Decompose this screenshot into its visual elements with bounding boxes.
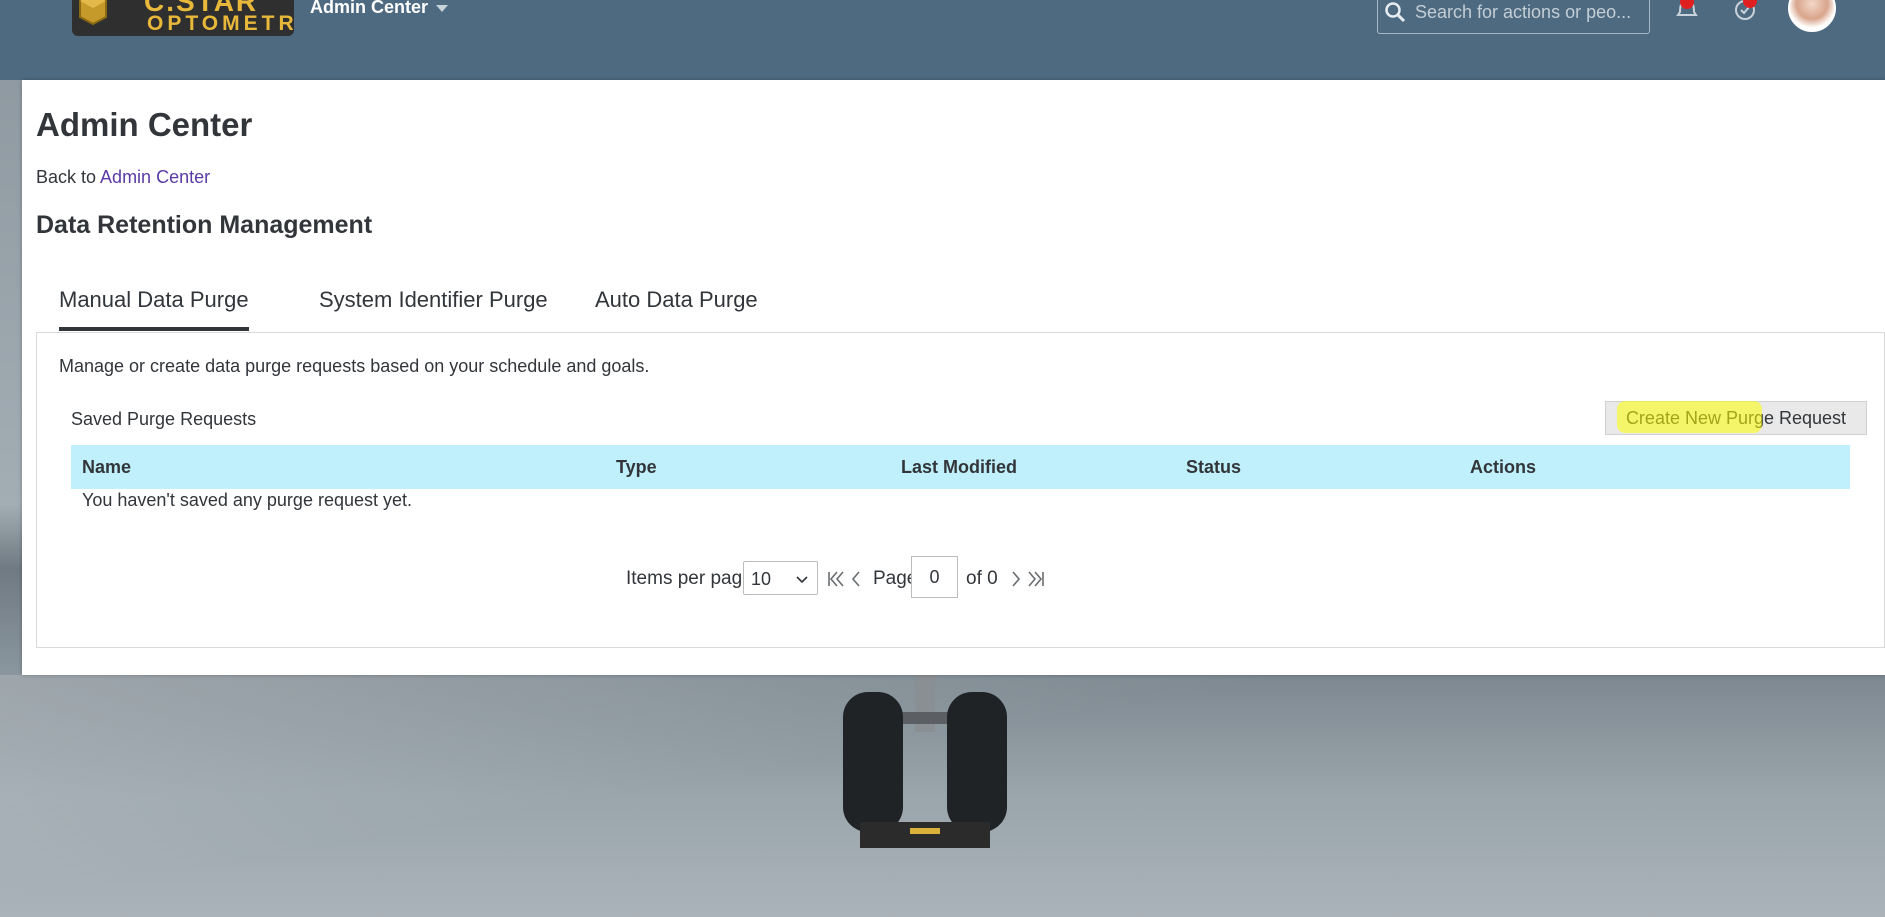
tab-auto-data-purge[interactable]: Auto Data Purge [595, 287, 758, 327]
logo-cube-icon [79, 0, 107, 26]
previous-page-icon[interactable] [845, 568, 867, 590]
pagination: Items per page 10 Page of 0 [37, 556, 1885, 601]
approvals-icon[interactable] [1731, 0, 1761, 24]
column-header-type[interactable]: Type [616, 457, 657, 478]
tab-system-identifier-purge[interactable]: System Identifier Purge [319, 287, 548, 327]
panel-description: Manage or create data purge requests bas… [59, 356, 650, 376]
user-avatar[interactable] [1788, 0, 1836, 32]
tab-manual-data-purge[interactable]: Manual Data Purge [59, 287, 249, 331]
chevron-down-icon [796, 576, 808, 584]
saved-purge-requests-label: Saved Purge Requests [71, 409, 257, 429]
items-per-page-value: 10 [751, 569, 772, 589]
global-search[interactable] [1377, 0, 1650, 34]
landing-gear-image [843, 672, 1007, 848]
page-count-label: of 0 [966, 568, 998, 589]
page-title: Admin Center [36, 106, 253, 143]
column-header-actions: Actions [1470, 457, 1537, 477]
column-header-status[interactable]: Status [1186, 457, 1241, 478]
items-per-page-select[interactable]: 10 [743, 561, 818, 595]
logo-text-line2: OPTOMETR [147, 12, 294, 35]
manual-purge-panel: Manage or create data purge requests bas… [36, 332, 1885, 648]
search-input[interactable] [1413, 0, 1647, 25]
company-logo[interactable]: C.STAR OPTOMETR [72, 0, 294, 36]
main-panel: Admin Center Back to Admin Center Data R… [22, 80, 1885, 675]
back-row: Back to Admin Center [36, 167, 210, 188]
back-to-admin-center-link[interactable]: Admin Center [100, 167, 210, 187]
next-page-icon[interactable] [1005, 568, 1027, 590]
search-icon[interactable] [1384, 1, 1406, 23]
empty-table-message: You haven't saved any purge request yet. [82, 490, 413, 510]
bell-icon[interactable] [1672, 0, 1702, 24]
items-per-page-label: Items per page [626, 568, 753, 589]
section-title: Data Retention Management [36, 211, 373, 239]
back-prefix: Back to [36, 167, 97, 187]
column-header-name[interactable]: Name [82, 457, 131, 478]
shell-title-label: Admin Center [310, 0, 429, 17]
last-page-icon[interactable] [1025, 568, 1047, 590]
first-page-icon[interactable] [825, 568, 847, 590]
page-number-input[interactable] [911, 556, 958, 598]
shell-title-menu[interactable]: Admin Center [310, 0, 449, 18]
shell-bar: C.STAR OPTOMETR Admin Center [0, 0, 1885, 80]
table-header: Name Type Last Modified Status Actions [71, 445, 1850, 489]
column-header-last-modified[interactable]: Last Modified [901, 457, 1017, 478]
caret-down-icon [436, 4, 449, 12]
create-new-purge-request-button[interactable]: Create New Purge Request [1605, 401, 1867, 435]
